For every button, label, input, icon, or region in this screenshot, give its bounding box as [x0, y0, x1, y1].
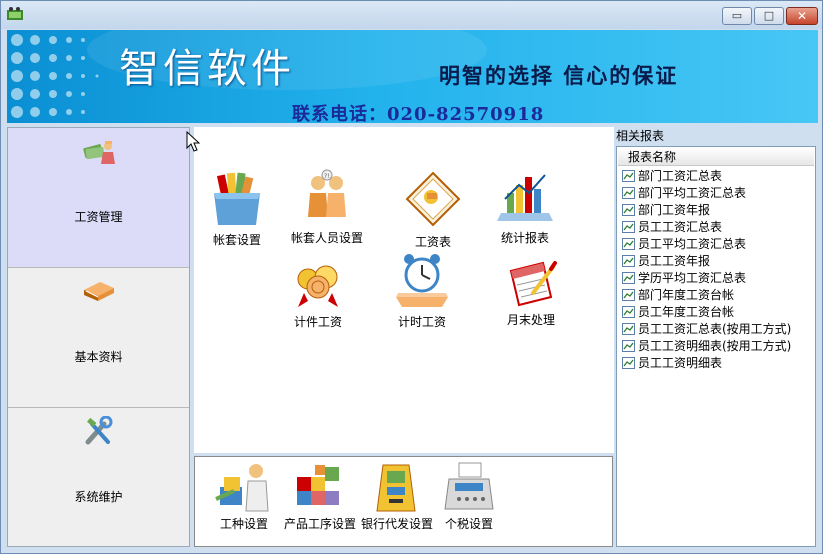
report-row[interactable]: 部门工资年报	[622, 202, 710, 219]
tile-label: 计件工资	[293, 315, 342, 329]
main-function-panel: 帐套设置 ?! 帐套人员设置 工资表 统计报表 计件工资 计时工资 月末处理	[194, 127, 614, 453]
report-name: 员工工资明细表	[638, 356, 723, 370]
report-chart-icon	[622, 170, 635, 182]
nav-item-system-maintenance[interactable]: 系统维护	[8, 408, 189, 546]
tile-label: 帐套人员设置	[290, 231, 363, 245]
report-row[interactable]: 员工年度工资台帐	[622, 304, 734, 321]
tile-month-end-processing[interactable]: 月末处理	[483, 257, 579, 328]
tax-terminal-icon	[444, 462, 494, 510]
maximize-icon: □	[763, 9, 775, 22]
contact-phone: 联系电话：020-82570918	[292, 104, 545, 123]
nav-item-salary-management[interactable]: 工资管理	[8, 128, 189, 268]
tile-account-staff-settings[interactable]: ?! 帐套人员设置	[279, 169, 375, 246]
slogan: 明智的选择 信心的保证	[439, 63, 679, 88]
money-worker-icon	[83, 141, 115, 164]
account-box-icon	[214, 172, 260, 225]
header-banner: 智信软件 明智的选择 信心的保证 联系电话：020-82570918	[7, 30, 818, 123]
tile-piecework-salary[interactable]: 计件工资	[270, 257, 366, 330]
app-icon	[7, 7, 23, 20]
report-name: 员工平均工资汇总表	[638, 237, 747, 251]
report-chart-icon	[622, 255, 635, 267]
report-name: 部门工资年报	[638, 203, 711, 217]
report-chart-icon	[622, 204, 635, 216]
alarm-clock-icon	[396, 254, 448, 307]
report-chart-icon	[622, 221, 635, 233]
tile-account-set-settings[interactable]: 帐套设置	[189, 169, 285, 248]
report-name: 部门平均工资汇总表	[638, 186, 747, 200]
report-row[interactable]: 员工工资汇总表	[622, 219, 722, 236]
tile-label: 月末处理	[506, 313, 555, 327]
close-button[interactable]: ✕	[786, 7, 818, 25]
report-chart-icon	[622, 238, 635, 250]
report-chart-icon	[622, 306, 635, 318]
bank-atm-icon	[376, 464, 416, 512]
tile-label: 统计报表	[500, 231, 549, 245]
report-chart-icon	[622, 272, 635, 284]
nav-item-basic-data[interactable]: 基本资料	[8, 268, 189, 408]
minimize-button[interactable]: ▭	[722, 7, 752, 25]
reports-panel-title: 相关报表	[616, 129, 665, 143]
title-bar[interactable]: ▭ □ ✕	[1, 1, 822, 29]
report-row[interactable]: 学历平均工资汇总表	[622, 270, 746, 287]
product-process-icon	[297, 465, 339, 505]
report-chart-icon	[622, 323, 635, 335]
piecework-coins-icon	[297, 265, 338, 307]
report-name: 员工年度工资台帐	[638, 305, 735, 319]
report-row[interactable]: 员工工资年报	[622, 253, 710, 270]
report-name: 员工工资年报	[638, 254, 711, 268]
tile-label: 个税设置	[444, 517, 493, 531]
book-icon	[84, 282, 114, 301]
report-row[interactable]: 员工平均工资汇总表	[622, 236, 746, 253]
tile-salary-sheet[interactable]: 工资表	[385, 169, 481, 250]
report-row[interactable]: 部门工资汇总表	[622, 168, 722, 185]
reports-list[interactable]: 报表名称 部门工资汇总表部门平均工资汇总表 部门工资年报 员工工资汇总表员工平均工资…	[616, 146, 816, 547]
svg-text:?!: ?!	[324, 173, 330, 180]
report-row[interactable]: 部门平均工资汇总表	[622, 185, 746, 202]
statistics-chart-icon	[497, 174, 553, 221]
brand-name: 智信软件	[119, 46, 295, 92]
report-name: 部门年度工资台帐	[638, 288, 735, 302]
report-row[interactable]: 员工工资明细表	[622, 355, 722, 372]
report-chart-icon	[622, 357, 635, 369]
work-type-icon	[215, 464, 269, 512]
mouse-cursor-icon	[186, 131, 200, 152]
report-chart-icon	[622, 289, 635, 301]
report-row[interactable]: 员工工资明细表(按用工方式)	[622, 338, 791, 355]
tile-label: 工资表	[414, 235, 451, 249]
app-window: ▭ □ ✕ 智信软件 明智的选择 信心的保证 联系电话：020-82570918	[0, 0, 823, 554]
reports-column-header[interactable]: 报表名称	[618, 148, 814, 166]
report-name: 部门工资汇总表	[638, 169, 723, 183]
left-nav: 工资管理 基本资料 系统维护	[7, 127, 190, 547]
report-row[interactable]: 部门年度工资台帐	[622, 287, 734, 304]
nav-item-label: 系统维护	[74, 490, 123, 504]
bottom-settings-panel: 工种设置 产品工序设置 银行代发设置 个税设置	[194, 456, 613, 547]
report-chart-icon	[622, 187, 635, 199]
report-name: 员工工资明细表(按用工方式)	[638, 339, 792, 353]
report-name: 员工工资汇总表(按用工方式)	[638, 322, 792, 336]
month-end-calendar-icon	[509, 261, 557, 307]
salary-sheet-icon	[405, 171, 461, 227]
maximize-button[interactable]: □	[754, 7, 784, 25]
close-icon: ✕	[796, 9, 808, 23]
tile-statistics-report[interactable]: 统计报表	[477, 169, 573, 246]
nav-item-label: 基本资料	[74, 350, 123, 364]
minimize-icon: ▭	[731, 9, 743, 22]
tile-label: 帐套设置	[212, 233, 261, 247]
report-row[interactable]: 员工工资汇总表(按用工方式)	[622, 321, 791, 338]
tile-hourly-salary[interactable]: 计时工资	[374, 251, 470, 330]
tile-income-tax-settings[interactable]: 个税设置	[421, 461, 517, 532]
report-chart-icon	[622, 340, 635, 352]
tools-icon	[85, 416, 113, 445]
report-name: 员工工资汇总表	[638, 220, 723, 234]
tile-label: 计时工资	[397, 315, 446, 329]
nav-item-label: 工资管理	[74, 210, 123, 224]
people-settings-icon: ?!	[308, 169, 346, 217]
report-name: 学历平均工资汇总表	[638, 271, 747, 285]
